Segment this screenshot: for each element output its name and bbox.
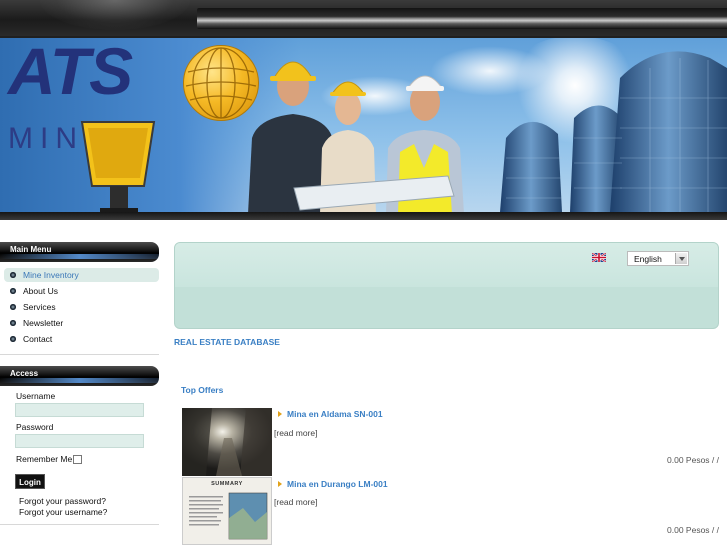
banner-frame-bottom — [0, 212, 727, 220]
top-bar-chrome-strip — [197, 8, 727, 29]
language-selected-value: English — [634, 254, 662, 264]
header-banner: ATS MINING — [0, 36, 727, 220]
banner-frame-top — [0, 36, 727, 38]
offer-thumbnail-mine-tunnel[interactable] — [182, 408, 272, 476]
header-highlight — [0, 378, 159, 383]
menu-item-label: About Us — [23, 286, 58, 296]
bullet-icon — [10, 288, 16, 294]
bullet-icon — [10, 304, 16, 310]
access-header: Access — [0, 366, 159, 386]
offer-title-link[interactable]: Mina en Durango LM-001 — [287, 479, 388, 489]
top-bar-glow — [40, 0, 190, 30]
bullet-arrow-icon — [278, 411, 282, 417]
bullet-icon — [10, 336, 16, 342]
menu-item-mine-inventory[interactable]: Mine Inventory — [4, 268, 159, 282]
access-title: Access — [10, 369, 39, 378]
header-highlight — [0, 254, 159, 259]
menu-item-label: Contact — [23, 334, 53, 344]
forgot-password-link[interactable]: Forgot your password? — [19, 496, 106, 506]
bullet-icon — [10, 272, 16, 278]
menu-item-label: Mine Inventory — [23, 270, 79, 280]
bullet-icon — [10, 320, 16, 326]
top-bar — [0, 0, 727, 36]
chevron-down-icon[interactable] — [675, 253, 687, 264]
page-heading: REAL ESTATE DATABASE — [174, 337, 280, 347]
menu-item-services[interactable]: Services — [4, 300, 159, 314]
menu-divider — [0, 354, 159, 355]
logo-ats-text: ATS — [8, 36, 133, 108]
top-offers-title: Top Offers — [181, 385, 224, 395]
bullet-arrow-icon — [278, 481, 282, 487]
read-more-link[interactable]: [read more] — [274, 497, 317, 507]
forgot-username-link[interactable]: Forgot your username? — [19, 507, 107, 517]
username-input[interactable] — [15, 403, 144, 417]
menu-item-contact[interactable]: Contact — [4, 332, 159, 346]
main-menu-title: Main Menu — [10, 245, 52, 254]
main-menu-header: Main Menu — [0, 242, 159, 262]
access-divider — [0, 524, 159, 525]
menu-item-newsletter[interactable]: Newsletter — [4, 316, 159, 330]
offer-thumbnail-summary-doc[interactable]: Summary — [182, 477, 272, 545]
mining-cart-icon — [80, 121, 156, 214]
read-more-link[interactable]: [read more] — [274, 428, 317, 438]
workers-illustration — [248, 61, 464, 214]
menu-item-label: Services — [23, 302, 56, 312]
password-input[interactable] — [15, 434, 144, 448]
menu-item-label: Newsletter — [23, 318, 64, 328]
language-select[interactable]: English — [627, 251, 689, 266]
uk-flag-icon[interactable] — [592, 253, 606, 262]
offer-title-link[interactable]: Mina en Aldama SN-001 — [287, 409, 383, 419]
username-label: Username — [16, 391, 56, 401]
skyscrapers-illustration — [500, 51, 727, 212]
offer-price: 0.00 Pesos / / — [667, 455, 719, 465]
remember-me-label: Remember Me — [16, 454, 73, 464]
password-label: Password — [16, 422, 54, 432]
offer-price: 0.00 Pesos / / — [667, 525, 719, 535]
login-button[interactable]: Login — [15, 474, 45, 489]
menu-item-about-us[interactable]: About Us — [4, 284, 159, 298]
remember-me-checkbox[interactable] — [73, 455, 82, 464]
